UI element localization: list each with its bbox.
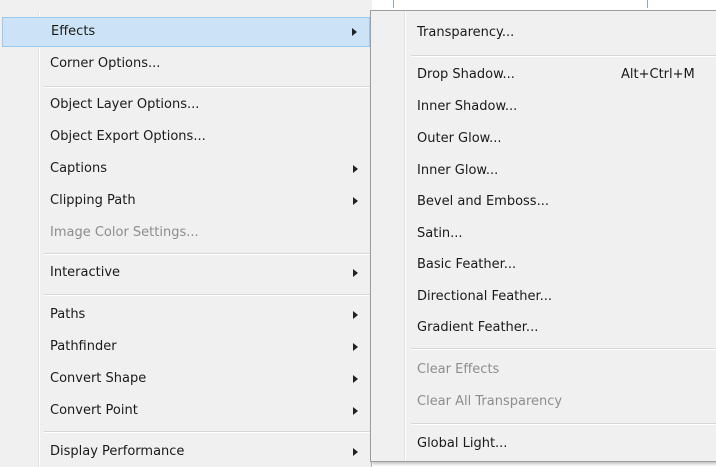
- menu-item-label: Interactive: [50, 265, 121, 280]
- menu-separator: [44, 294, 370, 296]
- menu-item-global-light[interactable]: Global Light...: [407, 429, 716, 459]
- menu-item-label: Clear All Transparency: [417, 394, 563, 409]
- menu-item-convert-point[interactable]: Convert Point: [40, 396, 370, 426]
- menu-item-label: Effects: [51, 24, 96, 39]
- menu-top-strip: [0, 0, 372, 12]
- menu-item-transparency[interactable]: Transparency...: [407, 18, 716, 48]
- submenu-arrow-icon: [352, 28, 357, 36]
- menu-item-inner-glow[interactable]: Inner Glow...: [407, 156, 716, 186]
- menu-item-captions[interactable]: Captions: [40, 154, 370, 184]
- menu-item-convert-shape[interactable]: Convert Shape: [40, 364, 370, 394]
- menu-item-clipping-path[interactable]: Clipping Path: [40, 186, 370, 216]
- menu-item-label: Display Performance: [50, 444, 185, 459]
- menu-item-label: Corner Options...: [50, 56, 161, 71]
- submenu-arrow-icon: [353, 448, 358, 456]
- submenu-arrow-icon: [353, 269, 358, 277]
- menu-item-label: Global Light...: [417, 436, 508, 451]
- menu-separator: [411, 55, 716, 57]
- menu-item-paths[interactable]: Paths: [40, 300, 370, 330]
- menu-item-corner-options[interactable]: Corner Options...: [40, 49, 370, 79]
- menu-item-gradient-feather[interactable]: Gradient Feather...: [407, 313, 716, 343]
- menu-item-drop-shadow[interactable]: Drop Shadow... Alt+Ctrl+M: [407, 60, 716, 90]
- menu-item-label: Basic Feather...: [417, 257, 517, 272]
- menu-item-label: Inner Glow...: [417, 163, 499, 178]
- menu-item-bevel-and-emboss[interactable]: Bevel and Emboss...: [407, 187, 716, 217]
- submenu-arrow-icon: [353, 165, 358, 173]
- menu-separator: [44, 86, 370, 88]
- menu-item-pathfinder[interactable]: Pathfinder: [40, 332, 370, 362]
- menu-item-object-export-options[interactable]: Object Export Options...: [40, 122, 370, 152]
- menu-item-label: Convert Point: [50, 403, 138, 418]
- submenu-arrow-icon: [353, 197, 358, 205]
- menu-item-object-layer-options[interactable]: Object Layer Options...: [40, 90, 370, 120]
- menu-item-satin[interactable]: Satin...: [407, 219, 716, 249]
- menu-item-label: Gradient Feather...: [417, 320, 539, 335]
- submenu-arrow-icon: [353, 375, 358, 383]
- menu-item-label: Captions: [50, 161, 107, 176]
- menu-item-outer-glow[interactable]: Outer Glow...: [407, 124, 716, 154]
- menu-item-label: Paths: [50, 307, 86, 322]
- menu-icon-gutter: [404, 11, 406, 461]
- submenu-arrow-icon: [353, 407, 358, 415]
- guide-line: [647, 0, 648, 8]
- menu-item-clear-effects: Clear Effects: [407, 355, 716, 385]
- menu-item-clear-all-transparency: Clear All Transparency: [407, 387, 716, 417]
- submenu-arrow-icon: [353, 343, 358, 351]
- object-context-menu: Effects Corner Options... Object Layer O…: [0, 0, 372, 467]
- menu-item-label: Directional Feather...: [417, 289, 553, 304]
- shortcut-label: Alt+Ctrl+M: [621, 67, 695, 82]
- menu-item-label: Outer Glow...: [417, 131, 502, 146]
- menu-item-label: Satin...: [417, 226, 463, 241]
- menu-item-label: Drop Shadow...: [417, 67, 515, 82]
- menu-item-directional-feather[interactable]: Directional Feather...: [407, 282, 716, 312]
- menu-item-label: Clipping Path: [50, 193, 136, 208]
- menu-item-inner-shadow[interactable]: Inner Shadow...: [407, 92, 716, 122]
- menu-item-label: Object Layer Options...: [50, 97, 200, 112]
- menu-item-label: Convert Shape: [50, 371, 147, 386]
- menu-separator: [44, 431, 370, 433]
- menu-item-label: Clear Effects: [417, 362, 500, 377]
- menu-separator: [411, 423, 716, 425]
- menu-item-basic-feather[interactable]: Basic Feather...: [407, 250, 716, 280]
- menu-separator: [44, 253, 370, 255]
- menu-item-label: Bevel and Emboss...: [417, 194, 549, 209]
- effects-submenu: Transparency... Drop Shadow... Alt+Ctrl+…: [370, 10, 716, 462]
- menu-item-effects[interactable]: Effects: [2, 17, 370, 47]
- menu-item-label: Image Color Settings...: [50, 225, 199, 240]
- menu-item-label: Inner Shadow...: [417, 99, 518, 114]
- menu-item-label: Object Export Options...: [50, 129, 206, 144]
- menu-item-interactive[interactable]: Interactive: [40, 258, 370, 288]
- menu-item-label: Pathfinder: [50, 339, 117, 354]
- submenu-arrow-icon: [353, 311, 358, 319]
- menu-item-image-color-settings: Image Color Settings...: [40, 218, 370, 248]
- menu-item-display-performance[interactable]: Display Performance: [40, 437, 370, 467]
- menu-separator: [411, 348, 716, 350]
- menu-item-label: Transparency...: [417, 25, 515, 40]
- guide-line: [393, 0, 394, 8]
